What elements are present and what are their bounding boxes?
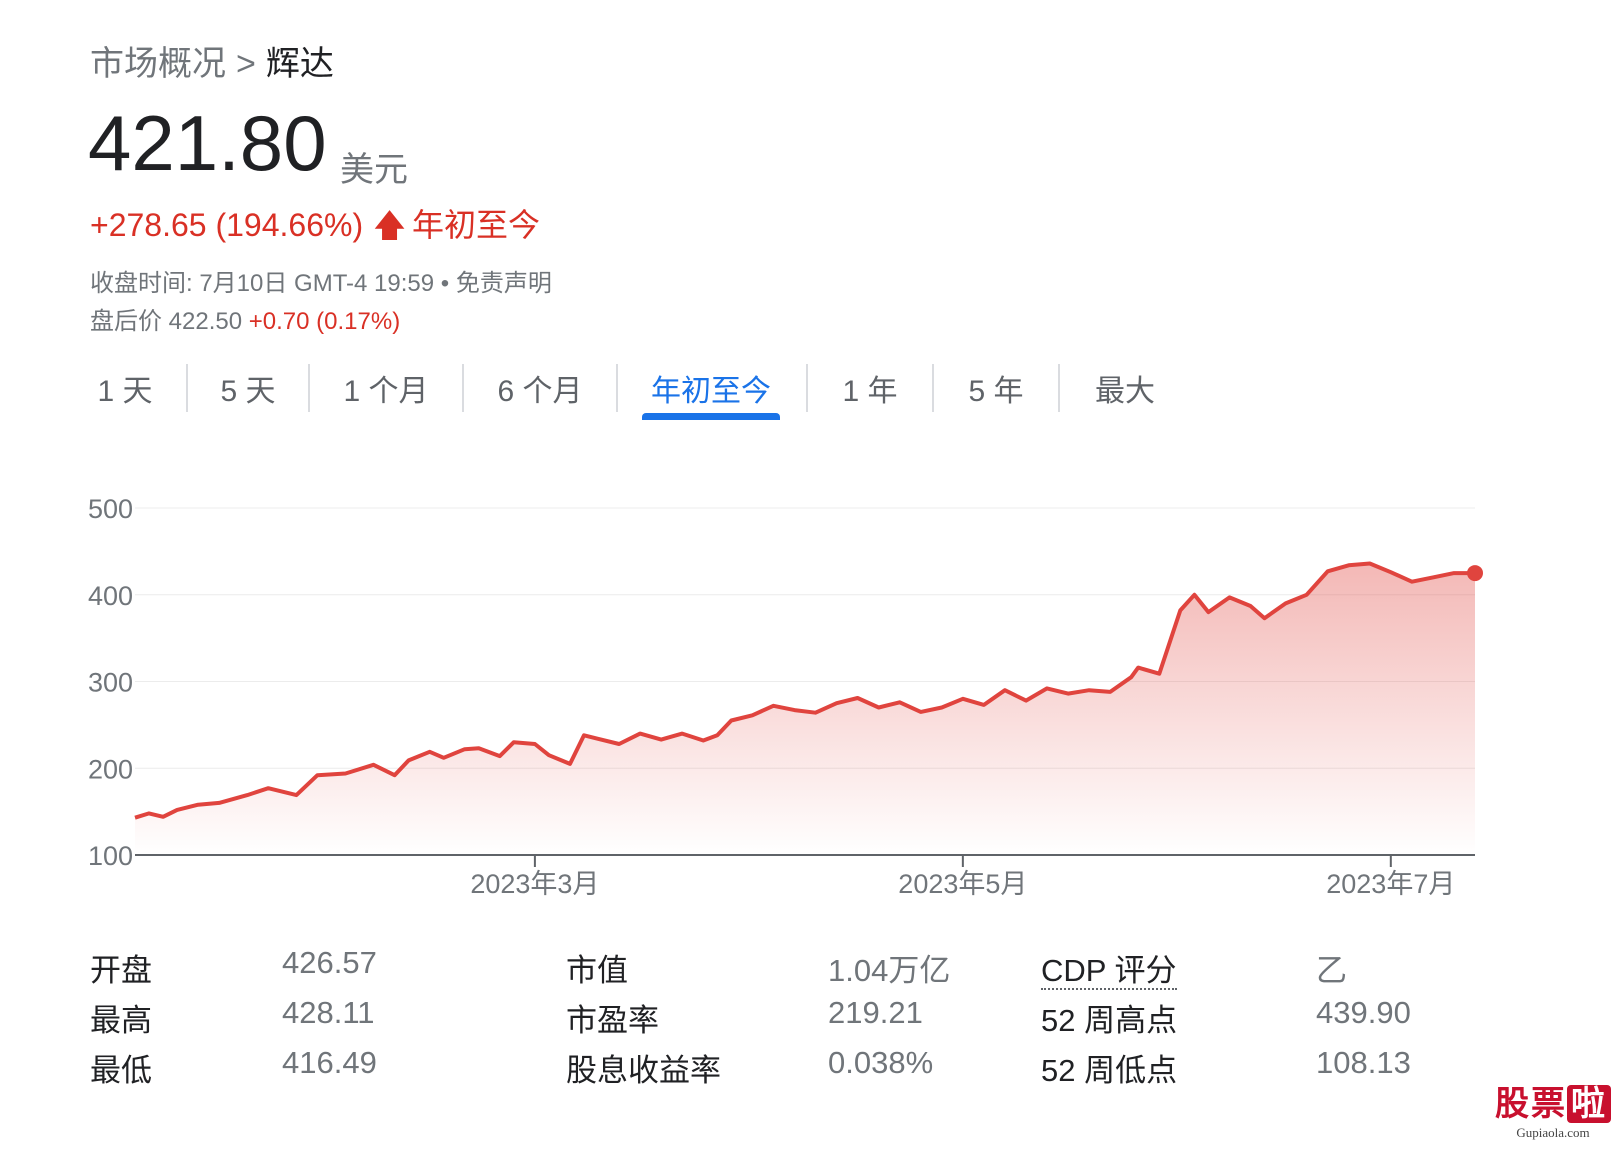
low-label: 最低: [90, 1053, 152, 1088]
time-range-tabs: 1 天 5 天 1 个月 6 个月 年初至今 1 年 5 年 最大: [90, 360, 1190, 422]
tab-1-day[interactable]: 1 天: [90, 360, 160, 414]
tab-divider: [616, 364, 618, 412]
y-tick-label: 300: [88, 668, 133, 698]
breadcrumb-separator: >: [236, 45, 256, 83]
tab-5-day[interactable]: 5 天: [188, 360, 308, 414]
watermark-logo: 股票啦 Gupiaola.com: [1495, 1076, 1611, 1141]
x-tick-label: 2023年3月: [470, 869, 599, 899]
tab-1-year[interactable]: 1 年: [808, 360, 932, 414]
market-cap-label: 市值: [566, 953, 628, 988]
y-tick-label: 500: [88, 494, 133, 524]
pe-ratio-value: 219.21: [828, 995, 923, 1030]
open-value: 426.57: [282, 945, 377, 980]
after-hours-info: 盘后价 422.50 +0.70 (0.17%): [90, 301, 400, 336]
close-time-info: 收盘时间: 7月10日 GMT-4 19:59 • 免责声明: [90, 270, 552, 297]
watermark-text: 股票: [1495, 1085, 1567, 1123]
market-cap-value: 1.04万亿: [828, 953, 951, 988]
x-tick-label: 2023年5月: [898, 869, 1027, 899]
breadcrumb-parent-link[interactable]: 市场概况: [90, 45, 226, 83]
breadcrumb-current: 辉达: [265, 45, 334, 83]
dividend-yield-value: 0.038%: [828, 1045, 934, 1080]
high-value: 428.11: [282, 995, 375, 1030]
y-tick-label: 200: [88, 754, 133, 784]
tab-max[interactable]: 最大: [1060, 360, 1190, 414]
low-value: 416.49: [282, 1045, 377, 1080]
currency-label: 美元: [340, 151, 408, 189]
dividend-yield-label: 股息收益率: [566, 1053, 721, 1088]
52-week-low-label: 52 周低点: [1041, 1053, 1178, 1088]
52-week-low-value: 108.13: [1316, 1045, 1411, 1080]
change-value: +278.65 (194.66%): [90, 207, 364, 243]
tab-6-month[interactable]: 6 个月: [464, 360, 616, 414]
cdp-score-value: 乙: [1316, 953, 1347, 988]
watermark-url: Gupiaola.com: [1516, 1125, 1590, 1140]
y-tick-label: 100: [88, 841, 133, 871]
arrow-up-icon: 🡅: [373, 207, 406, 243]
high-label: 最高: [90, 1003, 152, 1038]
current-price-dot: [1467, 565, 1483, 582]
52-week-high-label: 52 周高点: [1041, 1003, 1178, 1038]
x-tick-label: 2023年7月: [1326, 869, 1455, 899]
price-change: +278.65 (194.66%) 🡅 年初至今: [90, 200, 540, 257]
open-label: 开盘: [90, 953, 152, 988]
52-week-high-value: 439.90: [1316, 995, 1411, 1030]
price-area-fill: [135, 563, 1475, 855]
tab-1-month[interactable]: 1 个月: [310, 360, 462, 414]
stock-price: 421.80: [88, 99, 327, 187]
price-chart[interactable]: 100 200 300 400 500 2023年3月 2023年5月 2023年7月: [0, 470, 1621, 920]
tab-5-year[interactable]: 5 年: [934, 360, 1058, 414]
breadcrumb: 市场概况 > 辉达: [90, 36, 334, 85]
watermark-text-badge: 啦: [1567, 1085, 1611, 1123]
after-hours-price: 盘后价 422.50: [90, 308, 243, 335]
after-hours-change: +0.70 (0.17%): [248, 308, 401, 335]
tab-ytd[interactable]: 年初至今: [642, 360, 780, 420]
pe-ratio-label: 市盈率: [566, 1003, 659, 1038]
y-tick-label: 400: [88, 581, 133, 611]
cdp-score-label[interactable]: CDP 评分: [1041, 945, 1177, 990]
change-period: 年初至今: [412, 207, 541, 243]
